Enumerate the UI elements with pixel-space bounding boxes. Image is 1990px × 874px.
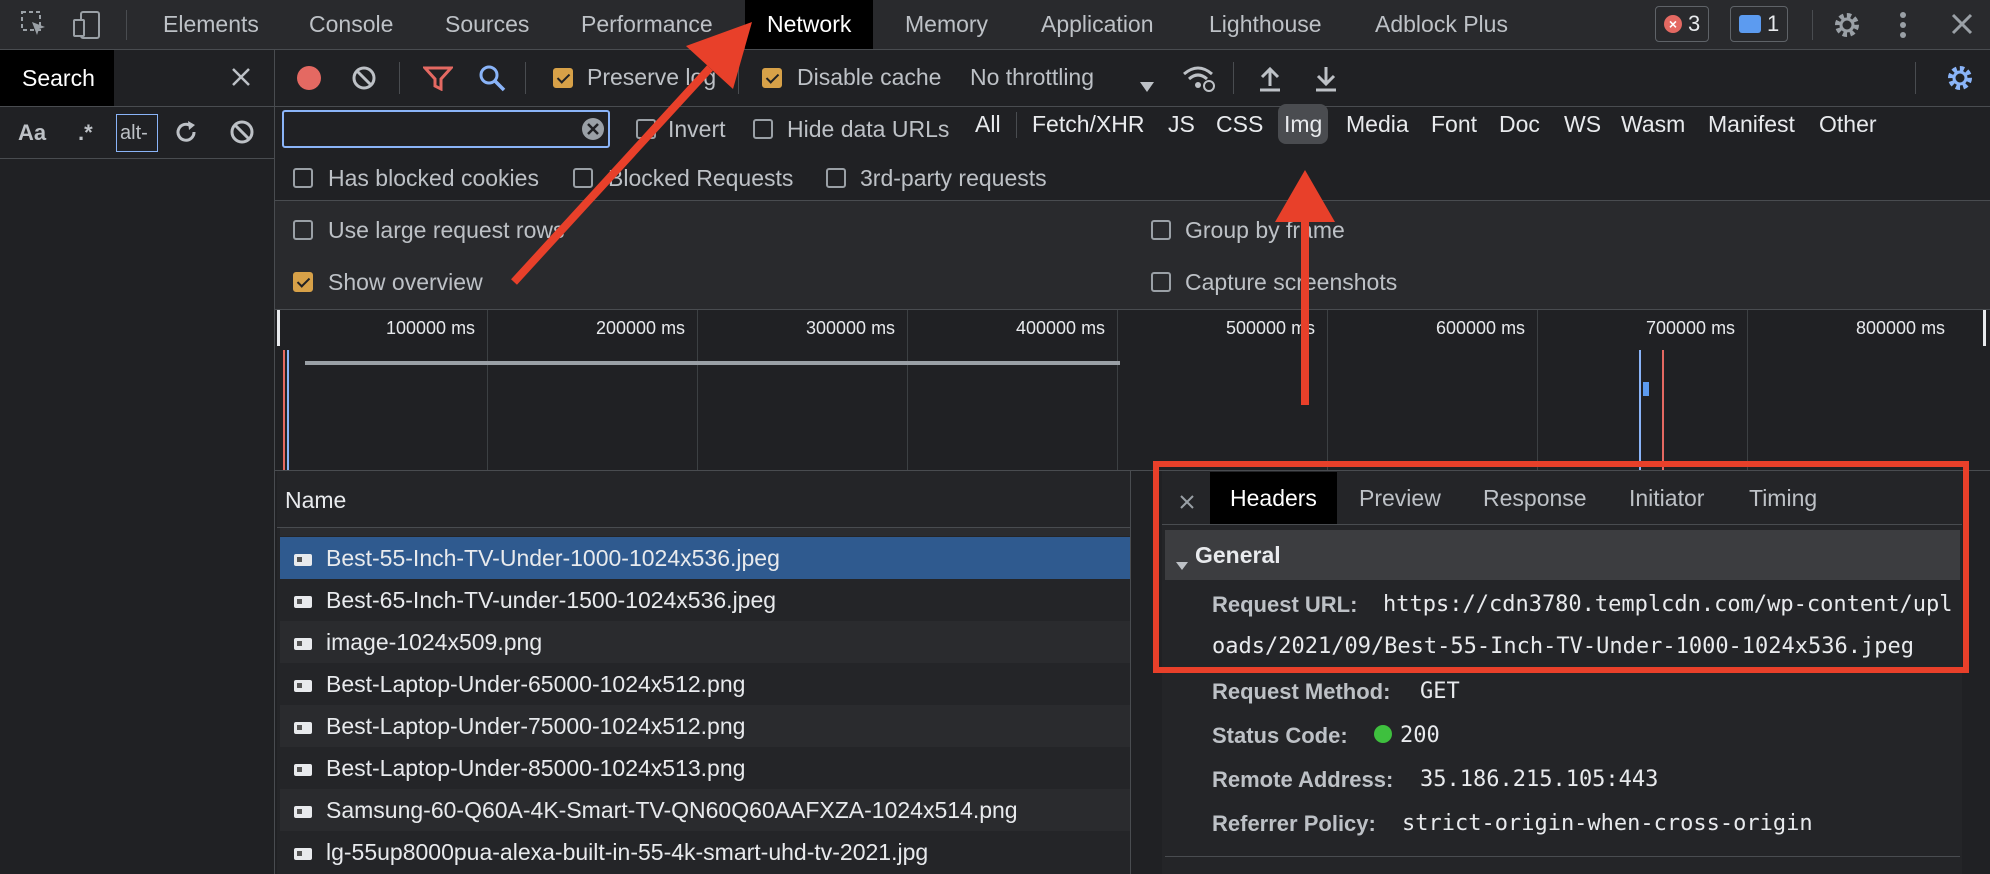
annotation-arrow: [1275, 170, 1335, 405]
annotation-arrow: [511, 22, 752, 285]
annotation-arrows: [511, 22, 1335, 405]
